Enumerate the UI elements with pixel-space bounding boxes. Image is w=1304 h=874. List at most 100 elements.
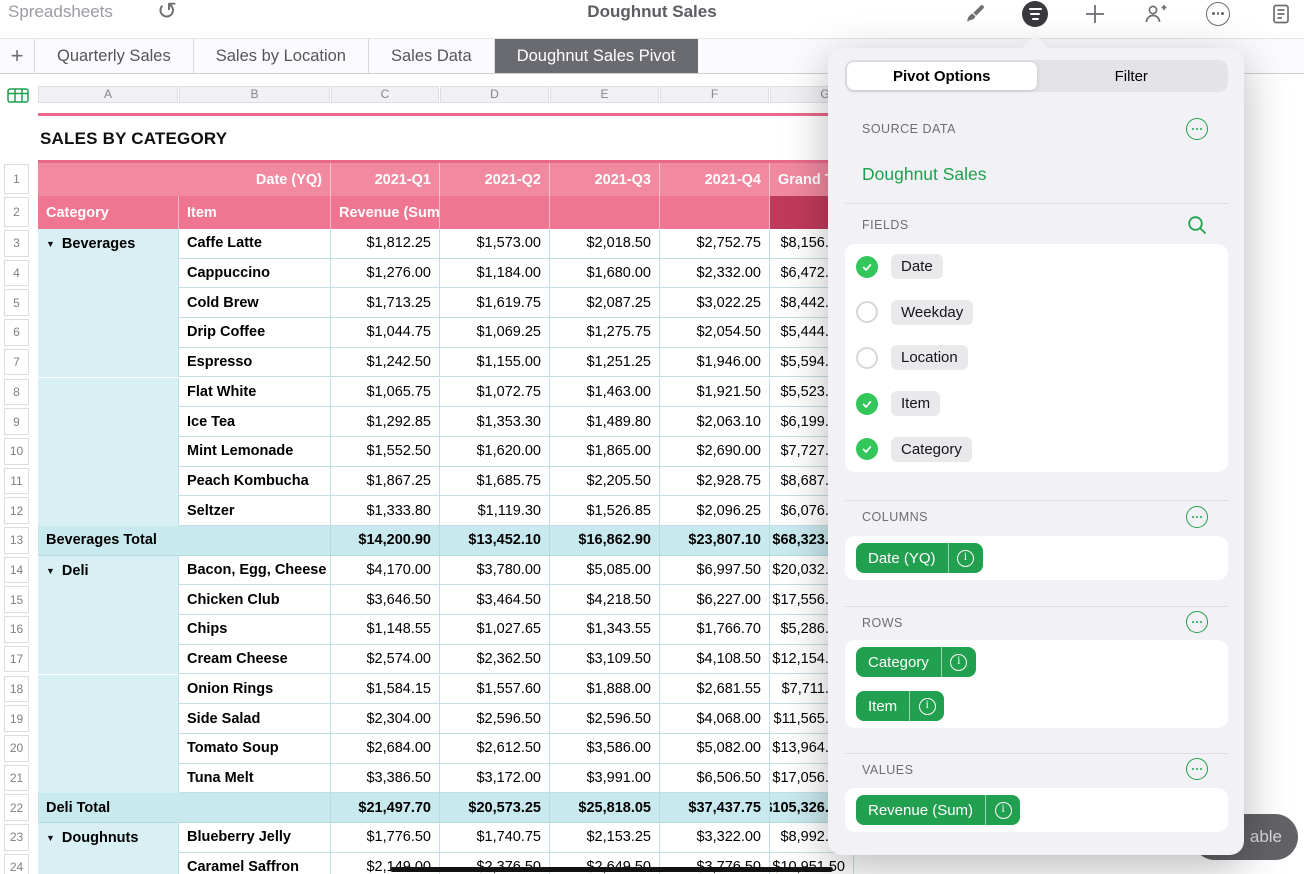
- cell[interactable]: $1,766.70: [660, 615, 770, 645]
- row-header[interactable]: 14: [4, 557, 29, 584]
- row-header[interactable]: 12: [4, 497, 29, 524]
- item-cell[interactable]: Cappuccino: [179, 259, 331, 289]
- cell[interactable]: $1,275.75: [550, 318, 660, 348]
- column-header[interactable]: D: [440, 86, 549, 103]
- cell[interactable]: $1,713.25: [331, 288, 440, 318]
- cell[interactable]: $4,068.00: [660, 704, 770, 734]
- field-label[interactable]: Date: [891, 254, 943, 279]
- cell[interactable]: $1,072.75: [440, 378, 550, 408]
- cell[interactable]: $1,276.00: [331, 259, 440, 289]
- cell[interactable]: $1,292.85: [331, 407, 440, 437]
- cell[interactable]: $1,865.00: [550, 437, 660, 467]
- category-cell[interactable]: [38, 318, 179, 348]
- cell[interactable]: $1,155.00: [440, 348, 550, 378]
- disclosure-triangle-icon[interactable]: ▼: [46, 239, 55, 249]
- cell[interactable]: $1,946.00: [660, 348, 770, 378]
- tab-filter[interactable]: Filter: [1037, 62, 1227, 90]
- header-cell[interactable]: 2021-Q4: [660, 163, 770, 196]
- cell[interactable]: $1,552.50: [331, 437, 440, 467]
- cell[interactable]: $25,818.05: [550, 793, 660, 823]
- cell[interactable]: $2,596.50: [550, 704, 660, 734]
- cell[interactable]: $1,463.00: [550, 378, 660, 408]
- field-label[interactable]: Category: [891, 437, 972, 462]
- field-row[interactable]: Date: [856, 244, 1217, 290]
- cell[interactable]: $1,333.80: [331, 496, 440, 526]
- category-cell[interactable]: [38, 585, 179, 615]
- cell[interactable]: $6,997.50: [660, 556, 770, 586]
- cell[interactable]: $2,681.55: [660, 675, 770, 705]
- checked-circle-icon[interactable]: [856, 438, 878, 460]
- cell[interactable]: $2,752.75: [660, 229, 770, 259]
- cell[interactable]: $37,437.75: [660, 793, 770, 823]
- item-cell[interactable]: Mint Lemonade: [179, 437, 331, 467]
- row-header[interactable]: 10: [4, 438, 29, 465]
- cell[interactable]: $2,690.00: [660, 437, 770, 467]
- cell[interactable]: $23,807.10: [660, 526, 770, 556]
- cell[interactable]: $5,082.00: [660, 734, 770, 764]
- row-header[interactable]: 23: [4, 824, 29, 851]
- item-cell[interactable]: Side Salad: [179, 704, 331, 734]
- cell[interactable]: $1,044.75: [331, 318, 440, 348]
- cell[interactable]: $2,574.00: [331, 645, 440, 675]
- item-cell[interactable]: Chicken Club: [179, 585, 331, 615]
- row-header[interactable]: 3: [4, 230, 29, 257]
- category-cell[interactable]: [38, 615, 179, 645]
- header-cell[interactable]: Date (YQ): [38, 163, 331, 196]
- item-cell[interactable]: Onion Rings: [179, 675, 331, 705]
- values-options-icon[interactable]: [1186, 758, 1208, 780]
- row-header[interactable]: 18: [4, 676, 29, 703]
- cell[interactable]: $1,584.15: [331, 675, 440, 705]
- cell[interactable]: $1,148.55: [331, 615, 440, 645]
- header-cell[interactable]: 2021-Q2: [440, 163, 550, 196]
- cell[interactable]: $3,109.50: [550, 645, 660, 675]
- cell[interactable]: $2,205.50: [550, 467, 660, 497]
- info-icon[interactable]: i: [910, 691, 944, 721]
- tab-pivot-options[interactable]: Pivot Options: [847, 62, 1037, 90]
- unchecked-circle-icon[interactable]: [856, 301, 878, 323]
- category-cell[interactable]: ▼Deli: [38, 556, 179, 586]
- cell[interactable]: $3,586.00: [550, 734, 660, 764]
- search-icon[interactable]: [1186, 214, 1208, 236]
- document-icon[interactable]: [1267, 0, 1295, 27]
- rows-chip[interactable]: Categoryi: [856, 647, 976, 677]
- row-header[interactable]: 1: [4, 164, 29, 194]
- cell[interactable]: $3,386.50: [331, 764, 440, 794]
- cell[interactable]: $3,322.00: [660, 823, 770, 853]
- item-cell[interactable]: Caramel Saffron: [179, 853, 331, 874]
- item-cell[interactable]: Tomato Soup: [179, 734, 331, 764]
- category-cell[interactable]: ▼Beverages: [38, 229, 179, 259]
- row-header[interactable]: 20: [4, 735, 29, 762]
- row-header[interactable]: 4: [4, 260, 29, 287]
- category-cell[interactable]: [38, 437, 179, 467]
- cell[interactable]: $1,921.50: [660, 378, 770, 408]
- cell[interactable]: $2,153.25: [550, 823, 660, 853]
- item-cell[interactable]: Cream Cheese: [179, 645, 331, 675]
- field-label[interactable]: Item: [891, 391, 940, 416]
- item-cell[interactable]: Tuna Melt: [179, 764, 331, 794]
- item-cell[interactable]: Bacon, Egg, Cheese: [179, 556, 331, 586]
- cell[interactable]: $2,684.00: [331, 734, 440, 764]
- cell[interactable]: $2,087.25: [550, 288, 660, 318]
- row-header[interactable]: 9: [4, 408, 29, 435]
- row-header[interactable]: 24: [4, 854, 29, 874]
- cell[interactable]: $2,304.00: [331, 704, 440, 734]
- cell[interactable]: $20,573.25: [440, 793, 550, 823]
- category-cell[interactable]: [38, 348, 179, 378]
- cell[interactable]: $4,218.50: [550, 585, 660, 615]
- cell[interactable]: $2,596.50: [440, 704, 550, 734]
- row-header[interactable]: 7: [4, 349, 29, 376]
- cell[interactable]: $1,620.00: [440, 437, 550, 467]
- row-header[interactable]: 17: [4, 646, 29, 673]
- cell[interactable]: $14,200.90: [331, 526, 440, 556]
- cell[interactable]: $4,170.00: [331, 556, 440, 586]
- header-cell[interactable]: 2021-Q1: [331, 163, 440, 196]
- total-label-cell[interactable]: Beverages Total: [38, 526, 331, 556]
- sheet-tab[interactable]: Doughnut Sales Pivot: [495, 39, 699, 73]
- item-cell[interactable]: Peach Kombucha: [179, 467, 331, 497]
- rows-options-icon[interactable]: [1186, 611, 1208, 633]
- sheet-tab[interactable]: Quarterly Sales: [34, 39, 194, 73]
- cell[interactable]: $1,489.80: [550, 407, 660, 437]
- total-label-cell[interactable]: Deli Total: [38, 793, 331, 823]
- category-cell[interactable]: [38, 259, 179, 289]
- source-data-value[interactable]: Doughnut Sales: [862, 164, 987, 185]
